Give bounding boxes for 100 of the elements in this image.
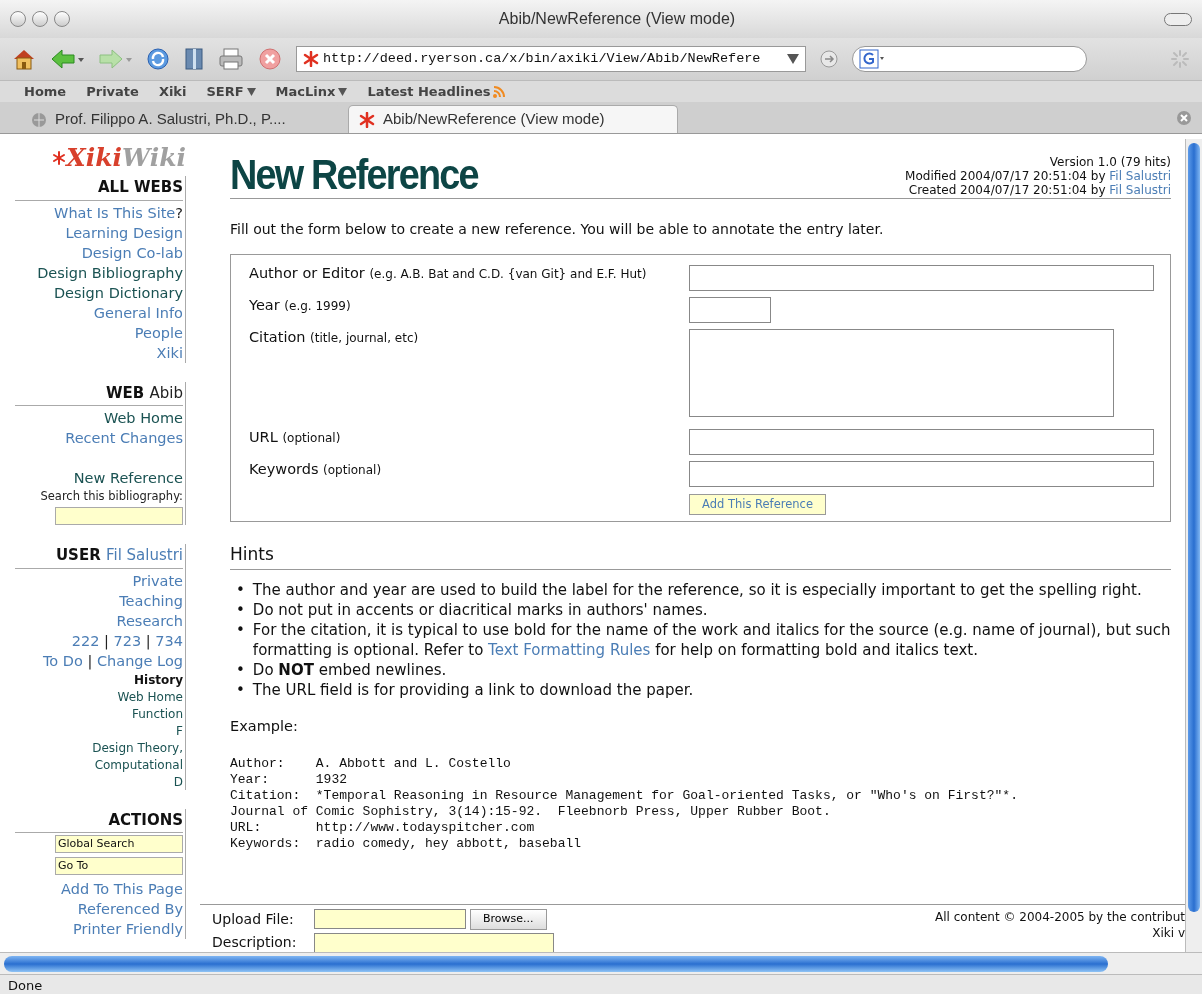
go-icon[interactable] [820, 50, 838, 68]
section-heading: WEB [106, 383, 145, 402]
input-field[interactable]: Global Search [55, 835, 183, 854]
code-line: URL: http://www.todayspitcher.com [230, 819, 535, 835]
bookmarks-icon[interactable] [184, 47, 204, 71]
code-line: Year: 1932 [230, 771, 348, 787]
file-field[interactable] [314, 909, 466, 930]
asterisk-icon [52, 151, 67, 165]
bullet-text: • [236, 679, 245, 700]
input-field[interactable] [689, 429, 1154, 455]
stop-icon[interactable] [258, 47, 282, 71]
sidebar-link[interactable]: 734 [155, 632, 183, 649]
field-label: Keywords (optional) [249, 461, 383, 479]
back-icon[interactable] [50, 48, 84, 70]
sidebar-link[interactable]: General Info [93, 304, 183, 321]
add-reference-button[interactable]: Add This Reference [689, 494, 826, 516]
history-link[interactable]: Function [131, 706, 183, 721]
sidebar-link[interactable]: Web Home [103, 410, 183, 426]
hint-text: Do NOT embed newlines. [252, 659, 447, 680]
input-field[interactable] [55, 507, 183, 526]
vertical-scrollbar[interactable] [1185, 139, 1202, 952]
sidebar-link[interactable]: Design Co-lab [81, 244, 183, 261]
bookmark-link[interactable]: MacLinx [275, 81, 348, 102]
hint-text: Do not put in accents or diacritical marks in authors' names. [252, 599, 708, 620]
field-label: URL (optional) [249, 429, 342, 447]
minimize-window-button[interactable] [32, 11, 48, 27]
sidebar-link[interactable]: Learning Design [65, 224, 183, 241]
spinner-icon [1170, 49, 1190, 69]
help-link[interactable]: Text Formatting Rules [488, 640, 651, 659]
zoom-window-button[interactable] [54, 11, 70, 27]
input-field[interactable] [314, 932, 554, 953]
toolbar-toggle-button[interactable] [1164, 12, 1192, 26]
sidebar-link[interactable]: Research [116, 612, 183, 629]
sidebar-text: Abib [149, 383, 183, 402]
input-field[interactable] [689, 297, 771, 323]
bookmark-link[interactable]: Latest Headlines [367, 81, 506, 102]
section-heading: ACTIONS [108, 810, 183, 829]
history-link[interactable]: Design Theory, [92, 740, 183, 755]
search-engine-icon [859, 49, 885, 69]
input-field[interactable]: Go To [55, 857, 183, 876]
input-field[interactable] [689, 265, 1154, 291]
sidebar-link[interactable]: People [134, 324, 183, 341]
page-info: Version 1.0 (79 hits) [1049, 155, 1171, 169]
author-link[interactable]: Fil Salustri [1109, 183, 1171, 197]
bookmark-link[interactable]: Private [86, 81, 139, 102]
copyright-text: All content © 2004-2005 by the contribut [935, 910, 1185, 924]
text-area[interactable] [689, 329, 1114, 417]
sidebar-link[interactable]: Teaching [119, 592, 183, 609]
sidebar-link[interactable]: Referenced By [77, 901, 183, 918]
sidebar-link[interactable]: Design Dictionary [53, 284, 183, 301]
close-tab-icon[interactable] [1176, 110, 1192, 126]
history-link[interactable]: Web Home [117, 689, 183, 704]
dropdown-icon[interactable] [787, 54, 799, 64]
sidebar-link[interactable]: Recent Changes [65, 430, 183, 446]
history-link[interactable]: D [173, 774, 183, 789]
sidebar-link[interactable]: Change Log [96, 652, 183, 669]
sidebar-link[interactable]: Add To This Page [61, 881, 183, 898]
field-label: Year (e.g. 1999) [249, 297, 352, 315]
sidebar-link[interactable]: New Reference [73, 470, 183, 486]
sidebar-link[interactable]: Design Bibliography [37, 264, 183, 281]
horizontal-scrollbar[interactable] [0, 952, 1202, 974]
browser-tab[interactable]: Abib/NewReference (View mode) [348, 105, 678, 133]
sidebar-link[interactable]: Xiki [156, 344, 183, 361]
globe-icon [31, 111, 47, 128]
reload-icon[interactable] [146, 47, 170, 71]
bookmark-link[interactable]: Home [24, 81, 67, 102]
home-icon[interactable] [12, 48, 36, 70]
input-field[interactable] [689, 461, 1154, 487]
sidebar-link[interactable]: What Is This Site [54, 204, 176, 221]
close-window-button[interactable] [10, 11, 26, 27]
print-icon[interactable] [218, 47, 244, 71]
field-label: Description: [212, 933, 298, 952]
sidebar-link[interactable]: To Do [42, 652, 83, 669]
section-heading: ALL WEBS [98, 178, 183, 196]
bookmark-link[interactable]: SERF [206, 81, 256, 102]
sidebar-link[interactable]: 222 [71, 632, 100, 649]
url-text: http://deed.ryerson.ca/x/bin/axiki/View/Abib/NewRefere [323, 49, 762, 68]
history-link[interactable]: Computational [94, 757, 183, 772]
search-field[interactable] [852, 46, 1087, 72]
status-text: Done [8, 978, 43, 993]
sidebar-link[interactable]: Fil Salustri [105, 546, 183, 565]
sidebar-link[interactable]: Private [132, 572, 183, 589]
author-link[interactable]: Fil Salustri [1109, 169, 1171, 183]
address-field[interactable]: http://deed.ryerson.ca/x/bin/axiki/View/Abib/NewRefere [296, 46, 806, 72]
caret-icon [246, 87, 256, 96]
page-title: New Reference [230, 153, 478, 197]
page-info: Created 2004/07/17 20:51:04 by [908, 183, 1106, 197]
sidebar-text: | [103, 632, 110, 649]
bookmark-link[interactable]: Xiki [158, 81, 187, 102]
copyright-text: Xiki v [1152, 926, 1185, 940]
sidebar-link[interactable]: Printer Friendly [72, 921, 183, 938]
hint-text: For the citation, it is typical to use bold for the name of the work and italics for the source (e.g. name of journal), but such formatting is optional. Refer to Text Formatting Rules for help on formatting bold and italics text. [252, 619, 1171, 660]
field-label: Citation (title, journal, etc) [249, 329, 420, 347]
hint-text: The author and year are used to build the label for the reference, so it is especially important to get the spelling right. [252, 579, 1142, 600]
sidebar-link[interactable]: 723 [113, 632, 142, 649]
field-label: Search this bibliography: [39, 488, 183, 505]
browse-button[interactable]: Browse... [470, 909, 547, 930]
feed-icon [493, 85, 506, 98]
window-title: Abib/NewReference (View mode) [497, 9, 737, 29]
history-link[interactable]: F [176, 723, 183, 738]
